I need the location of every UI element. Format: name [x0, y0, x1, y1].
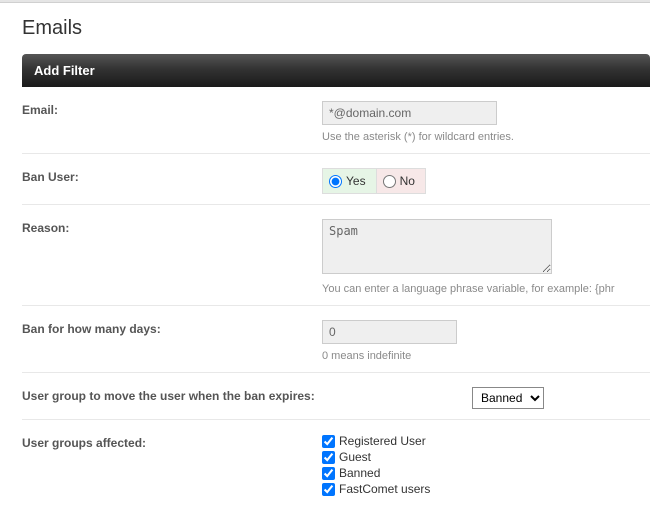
reason-label: Reason: — [22, 219, 322, 235]
ban-days-helper: 0 means indefinite — [322, 350, 650, 362]
email-helper: Use the asterisk (*) for wildcard entrie… — [322, 131, 650, 143]
expire-group-select[interactable]: Banned — [472, 387, 544, 409]
ban-user-yes-radio[interactable] — [329, 175, 342, 188]
panel-header: Add Filter — [22, 54, 650, 87]
page-title: Emails — [0, 3, 650, 54]
group-checkbox-item[interactable]: FastComet users — [322, 482, 650, 496]
ban-user-yes-option[interactable]: Yes — [323, 169, 377, 193]
row-expire-group: User group to move the user when the ban… — [22, 373, 650, 420]
email-label: Email: — [22, 101, 322, 117]
ban-user-yes-text: Yes — [346, 174, 366, 188]
group-label: Guest — [339, 450, 371, 464]
ban-user-label: Ban User: — [22, 168, 322, 184]
group-checkbox-fastcomet[interactable] — [322, 483, 335, 496]
ban-user-no-text: No — [400, 174, 415, 188]
expire-group-label: User group to move the user when the ban… — [22, 387, 472, 403]
row-email: Email: Use the asterisk (*) for wildcard… — [22, 87, 650, 154]
row-ban-user: Ban User: Yes No — [22, 154, 650, 205]
ban-user-radio-group: Yes No — [322, 168, 426, 194]
group-checkbox-item[interactable]: Registered User — [322, 434, 650, 448]
groups-checkbox-list: Registered User Guest Banned FastComet u… — [322, 434, 650, 496]
row-reason: Reason: Spam You can enter a language ph… — [22, 205, 650, 306]
group-label: FastComet users — [339, 482, 430, 496]
group-checkbox-banned[interactable] — [322, 467, 335, 480]
group-checkbox-item[interactable]: Guest — [322, 450, 650, 464]
group-label: Registered User — [339, 434, 426, 448]
ban-days-label: Ban for how many days: — [22, 320, 322, 336]
add-filter-form: Email: Use the asterisk (*) for wildcard… — [0, 87, 650, 506]
reason-helper: You can enter a language phrase variable… — [322, 283, 650, 295]
ban-user-no-option[interactable]: No — [377, 169, 425, 193]
group-checkbox-guest[interactable] — [322, 451, 335, 464]
row-groups-affected: User groups affected: Registered User Gu… — [22, 420, 650, 506]
ban-user-no-radio[interactable] — [383, 175, 396, 188]
group-label: Banned — [339, 466, 380, 480]
group-checkbox-item[interactable]: Banned — [322, 466, 650, 480]
groups-affected-label: User groups affected: — [22, 434, 322, 450]
group-checkbox-registered[interactable] — [322, 435, 335, 448]
reason-textarea[interactable]: Spam — [322, 219, 552, 274]
ban-days-input[interactable] — [322, 320, 457, 344]
row-ban-days: Ban for how many days: 0 means indefinit… — [22, 306, 650, 373]
email-input[interactable] — [322, 101, 497, 125]
